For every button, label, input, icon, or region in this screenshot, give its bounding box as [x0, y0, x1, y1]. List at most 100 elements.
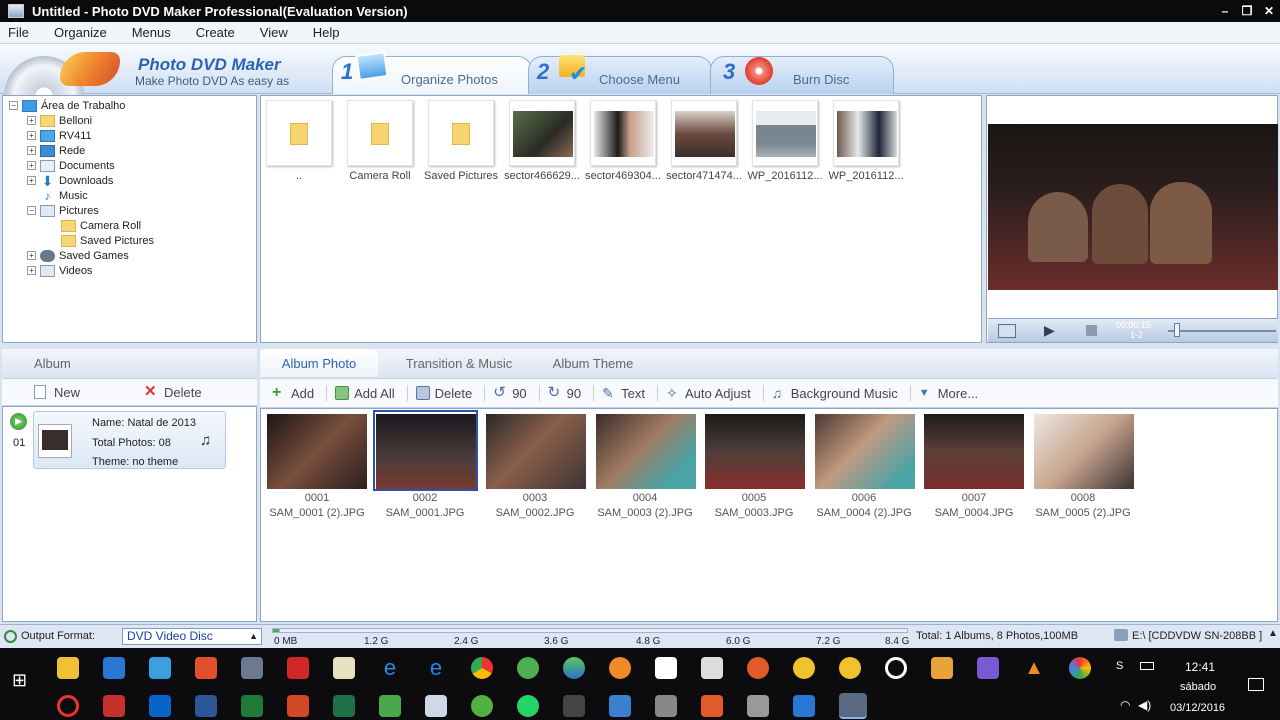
seek-track[interactable] [1168, 330, 1276, 332]
target-app-icon[interactable] [885, 657, 907, 679]
browser-item-photo[interactable] [752, 100, 818, 166]
calculator-icon[interactable] [701, 657, 723, 679]
vlc-icon[interactable]: ▲ [1023, 657, 1045, 679]
green-app-icon[interactable] [379, 695, 401, 717]
powerpoint-icon[interactable] [287, 695, 309, 717]
file-explorer-icon[interactable] [57, 657, 79, 679]
menu-help[interactable]: Help [305, 25, 357, 40]
video-player-icon[interactable] [931, 657, 953, 679]
menu-organize[interactable]: Organize [46, 25, 124, 40]
photo-item-0001[interactable] [267, 414, 367, 489]
browser-item-photo[interactable] [833, 100, 899, 166]
photo-item-0008[interactable] [1034, 414, 1134, 489]
expand-icon[interactable]: + [27, 131, 36, 140]
outlook-icon[interactable] [149, 695, 171, 717]
restore-button[interactable]: ❐ [1236, 0, 1258, 22]
menu-view[interactable]: View [252, 25, 305, 40]
expand-icon[interactable]: + [27, 146, 36, 155]
step-burn-disc[interactable]: 3 Burn Disc [710, 56, 894, 94]
document-app-icon[interactable] [425, 695, 447, 717]
browser-item-photo[interactable] [509, 100, 575, 166]
control-panel-icon[interactable] [241, 657, 263, 679]
collapse-icon[interactable]: − [27, 206, 36, 215]
xbox-icon[interactable] [471, 695, 493, 717]
tree-item-documents[interactable]: + Documents [27, 158, 115, 173]
browser-item-camera-roll[interactable] [347, 100, 413, 166]
ccleaner-icon[interactable] [195, 657, 217, 679]
tree-item-downloads[interactable]: + ⬇ Downloads [27, 173, 113, 188]
menu-create[interactable]: Create [188, 25, 252, 40]
photo-item-0004[interactable] [596, 414, 696, 489]
whatsapp-icon[interactable] [517, 695, 539, 717]
utorrent-icon[interactable] [517, 657, 539, 679]
auto-adjust-button[interactable]: ✧ Auto Adjust [666, 386, 751, 401]
seek-handle[interactable] [1174, 323, 1180, 337]
minimize-button[interactable]: – [1214, 0, 1236, 22]
tree-item-saved-pictures[interactable]: Saved Pictures [61, 233, 154, 248]
output-format-select[interactable]: DVD Video Disc ▲ [122, 628, 262, 645]
app-icon[interactable] [563, 695, 585, 717]
expand-icon[interactable]: + [27, 251, 36, 260]
notifications-icon[interactable] [1248, 678, 1264, 691]
tree-item-videos[interactable]: + Videos [27, 263, 92, 278]
background-music-button[interactable]: ♫ Background Music [772, 386, 898, 401]
collapse-icon[interactable]: − [9, 101, 18, 110]
expand-icon[interactable]: + [27, 116, 36, 125]
security-shield-icon[interactable] [103, 657, 125, 679]
expand-icon[interactable]: + [27, 161, 36, 170]
menu-file[interactable]: File [0, 25, 46, 40]
burner-app-icon[interactable] [747, 657, 769, 679]
photo-item-0005[interactable] [705, 414, 805, 489]
mail-icon[interactable] [655, 657, 677, 679]
rotate-right-button[interactable]: ↻ 90 [548, 385, 581, 401]
close-button[interactable]: ✕ [1258, 0, 1280, 22]
tab-transition-music[interactable]: Transition & Music [384, 349, 534, 377]
app-icon[interactable] [747, 695, 769, 717]
app-icon[interactable] [57, 695, 79, 717]
access-icon[interactable] [103, 695, 125, 717]
notepad-icon[interactable] [333, 657, 355, 679]
add-all-button[interactable]: Add All [335, 386, 395, 401]
app-icon[interactable] [793, 695, 815, 717]
battery-icon[interactable] [1140, 662, 1154, 670]
play-icon[interactable]: ▶ [1044, 322, 1055, 339]
edge-icon[interactable]: e [425, 657, 447, 679]
browser-item-photo[interactable] [590, 100, 656, 166]
tab-album-photo[interactable]: Album Photo [260, 349, 378, 377]
add-button[interactable]: + Add [272, 385, 314, 401]
excel-icon[interactable] [333, 695, 355, 717]
new-album-button[interactable]: New [54, 385, 80, 400]
drive-label[interactable]: E:\ [CDDVDW SN-208BB ] [1132, 630, 1262, 642]
photo-item-0006[interactable] [815, 414, 915, 489]
chrome-icon[interactable] [471, 657, 493, 679]
start-windows-icon[interactable]: ⊞ [12, 670, 27, 691]
pdf-reader-icon[interactable] [287, 657, 309, 679]
tree-item-belloni[interactable]: + Belloni [27, 113, 92, 128]
delete-album-button[interactable]: Delete [164, 385, 202, 400]
more-button[interactable]: ▼ More... [919, 386, 978, 401]
photo-dvd-maker-taskbar-icon[interactable] [839, 693, 867, 719]
tree-item-rv411[interactable]: + RV411 [27, 128, 92, 143]
play-album-icon[interactable]: ▶ [10, 413, 27, 430]
text-button[interactable]: ✎ Text [602, 386, 645, 401]
tab-album-theme[interactable]: Album Theme [538, 349, 648, 377]
tree-item-saved-games[interactable]: + Saved Games [27, 248, 129, 263]
album-tab[interactable]: Album [34, 356, 71, 371]
app-icon[interactable] [655, 695, 677, 717]
media-app-icon[interactable] [609, 657, 631, 679]
calculator-app-icon[interactable] [149, 657, 171, 679]
tree-item-camera-roll[interactable]: Camera Roll [61, 218, 141, 233]
step-choose-menu[interactable]: 2 ✔ Choose Menu [528, 55, 712, 94]
browser-item-parent[interactable] [266, 100, 332, 166]
snapshot-icon[interactable] [998, 324, 1016, 338]
disc-app-icon[interactable] [793, 657, 815, 679]
step-organize-photos[interactable]: 1 Organize Photos [332, 51, 532, 94]
album-card[interactable]: Name: Natal de 2013 Total Photos: 08 The… [33, 411, 226, 469]
browser-item-saved-pictures[interactable] [428, 100, 494, 166]
disc-app-icon[interactable] [839, 657, 861, 679]
photo-item-0007[interactable] [924, 414, 1024, 489]
expand-icon[interactable]: + [27, 266, 36, 275]
maps-app-icon[interactable] [563, 657, 585, 679]
stop-icon[interactable] [1086, 325, 1097, 336]
visual-studio-icon[interactable] [977, 657, 999, 679]
